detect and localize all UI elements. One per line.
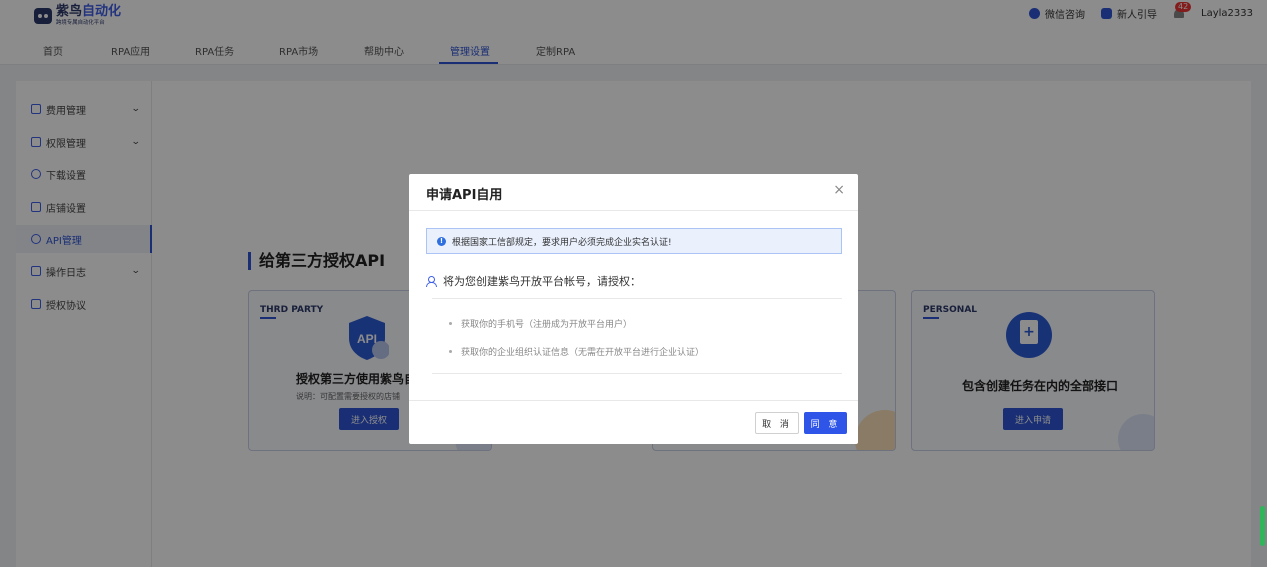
compliance-alert: ! 根据国家工信部规定，要求用户必须完成企业实名认证! (426, 228, 842, 254)
apply-api-modal: 申请API自用 × ! 根据国家工信部规定，要求用户必须完成企业实名认证! 将为… (409, 174, 858, 444)
user-icon (426, 275, 437, 287)
agree-button[interactable]: 同 意 (804, 412, 847, 434)
close-icon[interactable]: × (833, 183, 845, 197)
authorization-prompt: 将为您创建紫鸟开放平台帐号，请授权： (426, 273, 641, 289)
divider (432, 298, 842, 299)
scroll-indicator[interactable] (1260, 506, 1265, 546)
permission-item: 获取你的手机号（注册成为开放平台用户） (449, 317, 632, 330)
info-icon: ! (437, 236, 446, 246)
divider (432, 373, 842, 374)
cancel-button[interactable]: 取 消 (755, 412, 799, 434)
modal-title: 申请API自用 (426, 188, 503, 203)
permission-item: 获取你的企业组织认证信息（无需在开放平台进行企业认证） (449, 345, 704, 358)
